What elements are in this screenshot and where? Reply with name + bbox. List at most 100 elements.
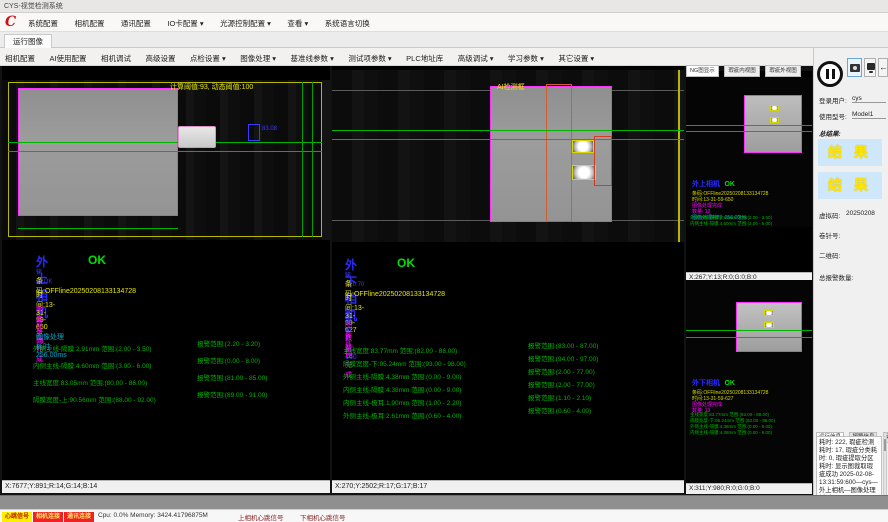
- title-bar: CYS-视觉检测系统: [0, 0, 888, 13]
- tool-plc-address[interactable]: PLC地址库: [401, 50, 448, 67]
- vertical-green-line: [312, 82, 313, 237]
- needle-number-label: 卷针号:: [819, 230, 840, 240]
- alarm-range: 报警范围:(2.00 - 77.00): [528, 379, 595, 389]
- roi-yellow-edge: [678, 70, 680, 242]
- alarm-range: 报警范围:(1.10 - 2.10): [528, 392, 591, 402]
- mini-measure-rows: 主线宽度:83.77mm 范围:(82.00 - 88.00) 隔膜宽度-下:9…: [690, 412, 775, 436]
- thumb-tab-defect-inner[interactable]: 瑕疵内视图: [724, 65, 760, 77]
- mini-electrode-region: [744, 95, 802, 153]
- menu-language-switch[interactable]: 系统语言切换: [319, 15, 376, 33]
- window-title: CYS-视觉检测系统: [4, 3, 63, 10]
- tool-learn-params[interactable]: 学习参数 ▾: [503, 50, 549, 67]
- status-bar: 心跳信号 相机连接 通讯连接 Cpu: 0.0% Memory: 3424.41…: [0, 509, 888, 522]
- measurement-value: 内侧主线-隔膜:4.60mm 范围:(3.00 - 6.00): [33, 363, 151, 370]
- tool-camera-config[interactable]: 相机配置: [0, 50, 40, 67]
- main-workspace: 83.08 计算阈值:93, 动态阈值:100 外上相机 OK 输出:OK 条码…: [0, 66, 813, 495]
- pause-icon: [826, 69, 829, 79]
- tool-advanced-debug[interactable]: 高级调试 ▾: [453, 50, 499, 67]
- mini-measurement: 内侧主线-隔膜:4.38mm 范围:(0.00 - 9.00): [690, 430, 775, 436]
- upper-camera-image[interactable]: 83.08 计算阈值:93, 动态阈值:100: [2, 80, 330, 240]
- mini-green-line: [686, 337, 812, 338]
- tab-connector-region: [178, 126, 216, 148]
- thumbnail-tabs: NG图显示 瑕疵内视图 瑕疵外视图: [686, 59, 802, 71]
- measurement-row: 外侧主线-极耳:2.61mm 范围:(0.60 - 4.00) 报警范围:(0.…: [343, 405, 461, 423]
- tab-run-image[interactable]: 运行图像: [4, 34, 52, 48]
- tool-advanced-settings[interactable]: 高级设置: [140, 50, 180, 67]
- menu-bar: C 系统配置 相机配置 通讯配置 IO卡配置 ▾ 光源控制配置 ▾ 查看 ▾ 系…: [0, 13, 888, 32]
- menu-view[interactable]: 查看 ▾: [281, 15, 314, 33]
- mini-defect: [770, 105, 779, 111]
- menu-system-config[interactable]: 系统配置: [22, 15, 64, 33]
- defect-red-box: [594, 136, 612, 186]
- mini-green-line: [686, 330, 812, 331]
- thumb-tab-defect-outer[interactable]: 瑕疵外视图: [765, 65, 801, 77]
- back-button[interactable]: ←: [878, 58, 888, 77]
- measurement-value: 主线宽度:83.05mm 范围:(80.00 - 86.00): [33, 380, 147, 387]
- camera-capture-button[interactable]: [847, 58, 862, 77]
- measurement-value: 外侧主线-极耳:2.61mm 范围:(0.60 - 4.00): [343, 413, 461, 420]
- heartbeat-status-badge: 心跳信号: [2, 512, 32, 522]
- camera-view-lower[interactable]: AI检测框 外下相机 OK 输出:0:70 条码:OFFline20250208…: [332, 66, 684, 493]
- mini-ok-label: OK: [724, 380, 735, 387]
- baseline-green-line: [332, 139, 684, 140]
- model-label: 使用型号:: [819, 111, 847, 121]
- model-value[interactable]: Model1: [852, 111, 886, 119]
- tool-ai-use-config[interactable]: AI使用配置: [44, 50, 91, 67]
- comm-connection-badge: 通讯连接: [64, 512, 94, 522]
- pixel-coordinate-bar: X:311;Y:980;R:0;G:0;B:0: [686, 483, 812, 494]
- tool-baseline-params[interactable]: 基准线参数 ▾: [286, 50, 339, 67]
- menu-light-config[interactable]: 光源控制配置 ▾: [214, 15, 277, 33]
- coords-text: X:7677;Y:891;R:14;G:14;B:14: [5, 483, 97, 490]
- measurement-row: 外侧主线-隔膜:2.91mm 范围:(2.00 - 3.50) 报警范围:(2.…: [33, 338, 151, 356]
- tool-test-params[interactable]: 测试项参数 ▾: [343, 50, 396, 67]
- result-ok-label: OK: [397, 256, 415, 270]
- upper-camera-heartbeat-text: 上相机心跳信号: [238, 512, 284, 522]
- back-arrow-icon: ←: [879, 62, 888, 72]
- monitor-icon: [867, 63, 875, 70]
- camera-view-upper[interactable]: 83.08 计算阈值:93, 动态阈值:100 外上相机 OK 输出:OK 条码…: [2, 66, 330, 493]
- menu-comm-config[interactable]: 通讯配置: [115, 15, 157, 33]
- virtual-code-label: 虚拟码:: [819, 210, 840, 220]
- threshold-label: 计算阈值:93, 动态阈值:100: [170, 82, 253, 92]
- alarm-range: 报警范围:(89.00 - 91.00): [197, 389, 267, 399]
- log-text: 耗时: 222, 瑕疵检测耗时: 17, 瑕疵分类耗时: 0, 瑕疵提取分区耗时…: [819, 439, 878, 496]
- baseline-green-line: [18, 228, 178, 229]
- baseline-green-line: [8, 142, 322, 143]
- coords-text: X:270;Y:2502;R:17;G:17;B:17: [335, 483, 427, 490]
- qr-code-label: 二维码:: [819, 250, 840, 260]
- alarm-range: 报警范围:(0.60 - 4.00): [528, 405, 591, 415]
- lower-camera-image[interactable]: AI检测框: [332, 70, 684, 242]
- monitor-button[interactable]: [864, 58, 876, 77]
- mini-result-block: 外上相机 OK 条码:OFFline20250208133134728 时间:1…: [692, 173, 768, 221]
- alarm-range: 报警范围:(83.00 - 87.00): [528, 340, 598, 350]
- ai-detect-box: [546, 84, 572, 222]
- pixel-coordinate-bar: X:270;Y:2502;R:17;G:17;B:17: [332, 480, 684, 493]
- tool-other-settings[interactable]: 其它设置 ▾: [553, 50, 599, 67]
- measure-blue-box: [248, 124, 260, 141]
- tool-camera-debug[interactable]: 相机调试: [96, 50, 136, 67]
- log-text-area[interactable]: 耗时: 222, 瑕疵检测耗时: 17, 瑕疵分类耗时: 0, 瑕疵提取分区耗时…: [816, 436, 882, 496]
- mini-defect: [764, 310, 774, 316]
- camera-lens-icon: [853, 66, 857, 70]
- virtual-code-value: 20250208: [846, 210, 875, 217]
- log-scrollbar-thumb[interactable]: [884, 439, 886, 451]
- thumbnail-view-bottom[interactable]: 外下相机 OK 条码:OFFline20250208133134728 时间:1…: [686, 280, 812, 494]
- measurement-row: 主线宽度:83.05mm 范围:(80.00 - 86.00) 报警范围:(81…: [33, 372, 147, 390]
- defect-highlight: [572, 140, 594, 153]
- tool-image-process[interactable]: 图像处理 ▾: [235, 50, 281, 67]
- app-window: CYS-视觉检测系统 C 系统配置 相机配置 通讯配置 IO卡配置 ▾ 光源控制…: [0, 0, 888, 522]
- measurement-row: 内侧主线-隔膜:4.60mm 范围:(3.00 - 6.00) 报警范围:(0.…: [33, 355, 151, 373]
- menu-camera-config[interactable]: 相机配置: [68, 15, 110, 33]
- login-user-value[interactable]: cys: [852, 95, 886, 103]
- mini-camera-title: 外上相机: [692, 181, 720, 188]
- tool-spot-check[interactable]: 点检设置 ▾: [185, 50, 231, 67]
- menu-io-config[interactable]: IO卡配置 ▾: [161, 15, 209, 33]
- thumbnail-view-top[interactable]: 外上相机 OK 条码:OFFline20250208133134728 时间:1…: [686, 71, 812, 283]
- log-scrollbar[interactable]: [883, 436, 887, 496]
- result-ok-label: OK: [88, 253, 106, 267]
- measure-tag-label: 83.08: [262, 126, 277, 132]
- pause-button[interactable]: [817, 61, 843, 87]
- ai-box-label: AI检测框: [497, 82, 525, 92]
- result-indicator-1: 结 果: [818, 139, 882, 166]
- thumb-tab-ng-display[interactable]: NG图显示: [686, 65, 719, 77]
